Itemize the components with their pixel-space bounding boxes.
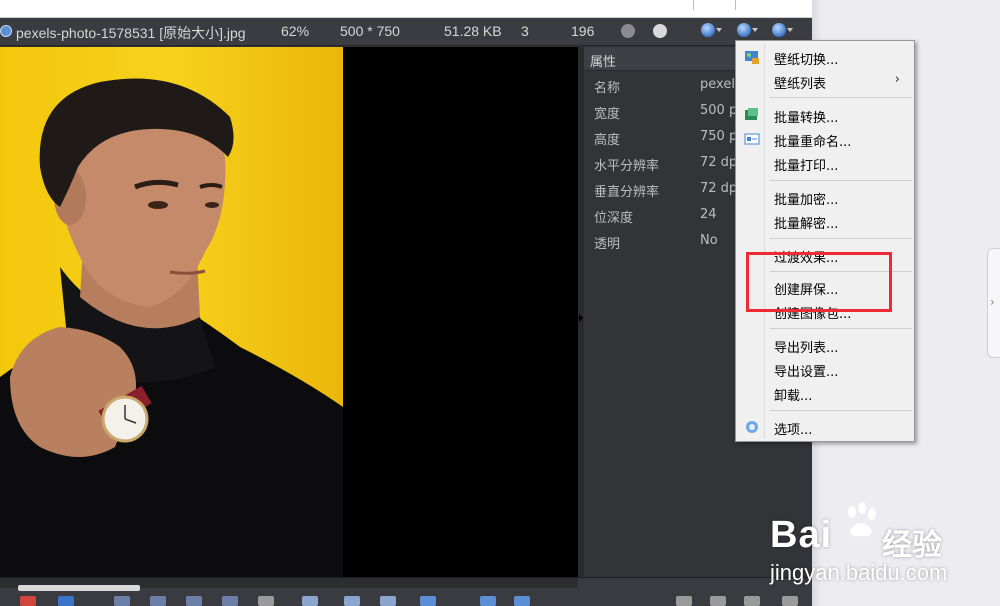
watermark-brand: Bai <box>770 514 833 556</box>
toolbar-tool-icon[interactable] <box>744 596 760 606</box>
baidu-jingyan-watermark: Bai 经验 jingyan.baidu.com <box>770 500 970 590</box>
menu-separator <box>770 180 912 181</box>
wallpaper-icon <box>744 49 760 65</box>
menu-item-export-list[interactable]: 导出列表... <box>738 333 912 357</box>
side-expand-tab[interactable]: › <box>987 248 1000 358</box>
photo-preview[interactable] <box>0 47 343 577</box>
filename-label: pexels-photo-1578531 [原始大小].jpg <box>16 25 246 41</box>
watermark-url: jingyan.baidu.com <box>770 560 948 585</box>
toolbar-tool-icon[interactable] <box>150 596 166 606</box>
bottom-toolbar <box>0 577 812 606</box>
menu-item-wallpaper-list[interactable]: 壁纸列表 › <box>738 69 912 93</box>
chevron-right-icon: › <box>990 295 995 309</box>
toolbar-tool-icon[interactable] <box>420 596 436 606</box>
status-dot-icon[interactable] <box>653 24 667 38</box>
property-value: 72 dp <box>700 155 738 170</box>
property-value: No <box>700 233 718 248</box>
watermark-brand-cn: 经验 <box>882 528 942 563</box>
image-viewer-window: pexels-photo-1578531 [原始大小].jpg 62% 500 … <box>0 18 812 606</box>
toolbar-tool-icon[interactable] <box>710 596 726 606</box>
property-value: 24 <box>700 207 717 222</box>
zoom-label: 62% <box>281 23 310 39</box>
toolbar-tool-icon[interactable] <box>114 596 130 606</box>
menu-item-uninstall[interactable]: 卸载... <box>738 381 912 405</box>
globe-icon <box>737 23 751 37</box>
menu-item-options[interactable]: 选项... <box>738 415 912 439</box>
toolbar-tool-icon[interactable] <box>20 596 36 606</box>
globe-icon <box>772 23 786 37</box>
toolbar-menu-button[interactable] <box>736 22 758 40</box>
menu-item-batch-decrypt[interactable]: 批量解密... <box>738 209 912 233</box>
toolbar-tool-icon[interactable] <box>58 596 74 606</box>
menu-separator <box>770 97 912 98</box>
index-label: 3 <box>521 23 529 39</box>
options-icon <box>744 419 760 435</box>
filesize-label: 51.28 KB <box>444 23 502 39</box>
strip-divider <box>686 0 694 10</box>
menu-separator <box>770 328 912 329</box>
chevron-down-icon <box>787 28 793 32</box>
background-window-strip <box>0 0 812 18</box>
property-key: 高度 <box>594 133 621 148</box>
property-key: 水平分辨率 <box>594 159 660 174</box>
property-key: 宽度 <box>594 107 621 122</box>
property-key: 垂直分辨率 <box>594 185 660 200</box>
context-menu: 壁纸切换... 壁纸列表 › 批量转换... 批量重命名... 批量打印... … <box>735 40 915 442</box>
toolbar-globe-button[interactable] <box>700 22 722 40</box>
toolbar-tool-icon[interactable] <box>186 596 202 606</box>
toolbar-tool-icon[interactable] <box>222 596 238 606</box>
highlight-annotation-box <box>746 252 892 312</box>
property-value: pexel <box>700 77 735 92</box>
submenu-arrow-icon: › <box>894 72 900 87</box>
globe-icon <box>701 23 715 37</box>
menu-item-batch-rename[interactable]: 批量重命名... <box>738 127 912 151</box>
toolbar-tool-icon[interactable] <box>480 596 496 606</box>
menu-item-export-settings[interactable]: 导出设置... <box>738 357 912 381</box>
collapse-arrow-icon[interactable] <box>579 314 583 322</box>
toolbar-tool-icon[interactable] <box>782 596 798 606</box>
menu-item-batch-convert[interactable]: 批量转换... <box>738 103 912 127</box>
chevron-down-icon <box>752 28 758 32</box>
total-label: 196 <box>571 23 595 39</box>
status-dot-icon[interactable] <box>621 24 635 38</box>
menu-item-batch-encrypt[interactable]: 批量加密... <box>738 185 912 209</box>
properties-title: 属性 <box>590 55 617 70</box>
toolbar-tool-icon[interactable] <box>344 596 360 606</box>
menu-item-wallpaper-switch[interactable]: 壁纸切换... <box>738 45 912 69</box>
property-value: 72 dp <box>700 181 738 196</box>
toolbar-tool-icon[interactable] <box>514 596 530 606</box>
toolbar-globe-button[interactable] <box>771 22 793 40</box>
empty-canvas <box>343 47 578 577</box>
property-key: 位深度 <box>594 211 634 226</box>
app-icon <box>0 25 12 37</box>
toolbar-tool-icon[interactable] <box>302 596 318 606</box>
strip-divider <box>728 0 736 10</box>
chevron-down-icon <box>716 28 722 32</box>
menu-separator <box>770 238 912 239</box>
toolbar-tool-icon[interactable] <box>258 596 274 606</box>
toolbar-tool-icon[interactable] <box>676 596 692 606</box>
menu-separator <box>770 410 912 411</box>
info-bar: pexels-photo-1578531 [原始大小].jpg 62% 500 … <box>0 18 812 46</box>
paw-logo-icon <box>848 502 876 537</box>
batch-rename-icon <box>744 131 760 147</box>
toolbar-tool-icon[interactable] <box>380 596 396 606</box>
property-key: 透明 <box>594 237 621 252</box>
property-value: 750 p <box>700 129 738 144</box>
portrait-image <box>0 78 343 577</box>
property-key: 名称 <box>594 81 621 96</box>
menu-item-batch-print[interactable]: 批量打印... <box>738 151 912 175</box>
batch-convert-icon <box>744 107 760 123</box>
property-value: 500 p <box>700 103 738 118</box>
scrollbar-thumb[interactable] <box>18 585 140 591</box>
dimensions-label: 500 * 750 <box>340 23 400 39</box>
